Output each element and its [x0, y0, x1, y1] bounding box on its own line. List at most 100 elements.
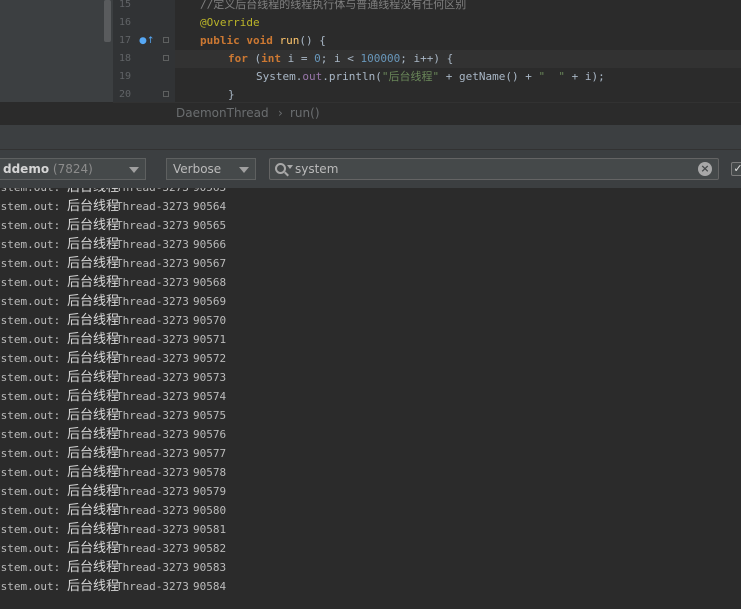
log-prefix: ystem.out:	[0, 295, 61, 308]
log-level-dropdown[interactable]: Verbose	[166, 158, 256, 180]
log-counter: 90564	[193, 200, 227, 213]
log-message: 后台线程	[67, 199, 120, 214]
log-counter: 90575	[193, 409, 227, 422]
log-row[interactable]: ystem.out: 后台线程 Thread-3273 90565	[0, 216, 741, 235]
log-counter: 90577	[193, 447, 227, 460]
log-row[interactable]: ystem.out: 后台线程 Thread-3273 90575	[0, 406, 741, 425]
log-row[interactable]: ystem.out: 后台线程 Thread-3273 90584	[0, 577, 741, 596]
log-thread-name: Thread-3273	[116, 580, 189, 593]
log-message: 后台线程	[67, 256, 120, 271]
log-counter: 90584	[193, 580, 227, 593]
override-method-icon[interactable]: ●↑	[139, 36, 154, 46]
log-prefix: ystem.out:	[0, 188, 60, 197]
log-message: 后台线程	[67, 541, 120, 556]
code-line[interactable]: @Override	[175, 14, 741, 32]
code-editor[interactable]: 15 16 17 ●↑ 18 19 20 //定义后台线程的线程执行体与普通线程…	[0, 0, 741, 102]
log-counter: 90571	[193, 333, 227, 346]
log-row[interactable]: ystem.out: 后台线程Thread-3273 90563	[0, 188, 741, 197]
log-counter: 90583	[193, 561, 227, 574]
log-counter: 90572	[193, 352, 227, 365]
log-message: 后台线程	[67, 560, 120, 575]
code-punct: () {	[299, 34, 326, 47]
project-panel-scrollbar[interactable]	[104, 0, 111, 42]
log-row[interactable]: ystem.out: 后台线程 Thread-3273 90581	[0, 520, 741, 539]
log-prefix: ystem.out:	[0, 352, 61, 365]
breadcrumb-class[interactable]: DaemonThread	[176, 103, 269, 123]
log-row[interactable]: ystem.out: 后台线程 Thread-3273 90576	[0, 425, 741, 444]
log-row[interactable]: ystem.out: 后台线程 Thread-3273 90564	[0, 197, 741, 216]
process-dropdown[interactable]: ddemo (7824)	[0, 158, 146, 180]
chevron-down-icon	[129, 167, 139, 173]
log-row[interactable]: ystem.out: 后台线程 Thread-3273 90579	[0, 482, 741, 501]
log-counter: 90582	[193, 542, 227, 555]
log-row[interactable]: ystem.out: 后台线程 Thread-3273 90580	[0, 501, 741, 520]
code-punct: ; i++) {	[400, 52, 454, 65]
log-row[interactable]: ystem.out: 后台线程 Thread-3273 90571	[0, 330, 741, 349]
code-line[interactable]: //定义后台线程的线程执行体与普通线程没有任何区别	[175, 0, 741, 14]
log-counter: 90579	[193, 485, 227, 498]
regex-checkbox[interactable]: ✓	[731, 162, 741, 176]
code-tokens: System.out.println("后台线程" + getName() + …	[256, 68, 605, 86]
log-row[interactable]: ystem.out: 后台线程 Thread-3273 90567	[0, 254, 741, 273]
logcat-output[interactable]: ystem.out:后台线程Thread-327390563ystem.out:…	[0, 188, 741, 609]
log-thread-name: Thread-3273	[116, 371, 189, 384]
log-row[interactable]: ystem.out: 后台线程 Thread-3273 90577	[0, 444, 741, 463]
line-number: 19	[119, 71, 132, 82]
log-row[interactable]: ystem.out: 后台线程 Thread-3273 90569	[0, 292, 741, 311]
search-input[interactable]	[295, 160, 690, 178]
log-message: 后台线程	[67, 465, 120, 480]
log-row[interactable]: ystem.out: 后台线程 Thread-3273 90573	[0, 368, 741, 387]
code-string: "后台线程"	[381, 70, 440, 83]
log-row[interactable]: ystem.out: 后台线程 Thread-3273 90572	[0, 349, 741, 368]
code-punct: + getName() +	[439, 70, 539, 83]
search-icon[interactable]	[275, 163, 286, 174]
code-keyword: for	[228, 52, 248, 65]
log-message: 后台线程	[67, 294, 120, 309]
log-counter: 90573	[193, 371, 227, 384]
code-punct: + i);	[564, 70, 605, 83]
fold-marker-icon[interactable]	[163, 91, 169, 97]
log-row[interactable]: ystem.out: 后台线程 Thread-3273 90582	[0, 539, 741, 558]
log-thread-name: Thread-3273	[116, 333, 189, 346]
log-counter: 90565	[193, 219, 227, 232]
log-counter: 90581	[193, 523, 227, 536]
log-counter: 90563	[193, 188, 226, 197]
log-thread-name: Thread-3273	[116, 257, 189, 270]
log-message: 后台线程	[67, 370, 120, 385]
code-string: " "	[538, 70, 565, 83]
panel-splitter[interactable]	[0, 124, 741, 150]
line-number: 15	[119, 0, 132, 10]
log-row[interactable]: ystem.out: 后台线程 Thread-3273 90570	[0, 311, 741, 330]
log-row[interactable]: ystem.out: 后台线程 Thread-3273 90568	[0, 273, 741, 292]
log-thread-name: Thread-3273	[116, 276, 189, 289]
log-row[interactable]: ystem.out: 后台线程 Thread-3273 90583	[0, 558, 741, 577]
log-prefix: ystem.out:	[0, 219, 61, 232]
log-thread-name: Thread-3273	[116, 447, 189, 460]
code-class: System	[256, 70, 296, 83]
log-prefix: ystem.out:	[0, 257, 61, 270]
code-line[interactable]: System.out.println("后台线程" + getName() + …	[175, 68, 741, 86]
log-thread-name: Thread-3273	[116, 390, 189, 403]
process-label: ddemo (7824)	[3, 159, 93, 179]
log-prefix: ystem.out:	[0, 428, 61, 441]
log-message: 后台线程	[67, 522, 120, 537]
log-row[interactable]: ystem.out: 后台线程 Thread-3273 90574	[0, 387, 741, 406]
log-thread-name: Thread-3273	[116, 561, 189, 574]
log-message: 后台线程	[67, 579, 120, 594]
code-number: 100000	[360, 52, 401, 65]
breadcrumb-method[interactable]: run()	[290, 103, 320, 123]
log-row[interactable]: ystem.out: 后台线程 Thread-3273 90578	[0, 463, 741, 482]
gutter-row: 19	[113, 68, 175, 86]
fold-marker-icon[interactable]	[163, 55, 169, 61]
code-punct: .println(	[322, 70, 382, 83]
log-thread-name: Thread-3273	[116, 219, 189, 232]
fold-marker-icon[interactable]	[163, 37, 169, 43]
code-line-current[interactable]: for (int i = 0; i < 100000; i++) {	[175, 50, 741, 68]
search-history-dropdown-icon[interactable]	[287, 165, 293, 169]
log-message: 后台线程	[67, 446, 120, 461]
clear-icon[interactable]: ×	[698, 162, 712, 176]
log-prefix: ystem.out:	[0, 276, 61, 289]
log-row[interactable]: ystem.out: 后台线程 Thread-3273 90566	[0, 235, 741, 254]
log-prefix: ystem.out:	[0, 200, 61, 213]
code-line[interactable]: public void run() {	[175, 32, 741, 50]
